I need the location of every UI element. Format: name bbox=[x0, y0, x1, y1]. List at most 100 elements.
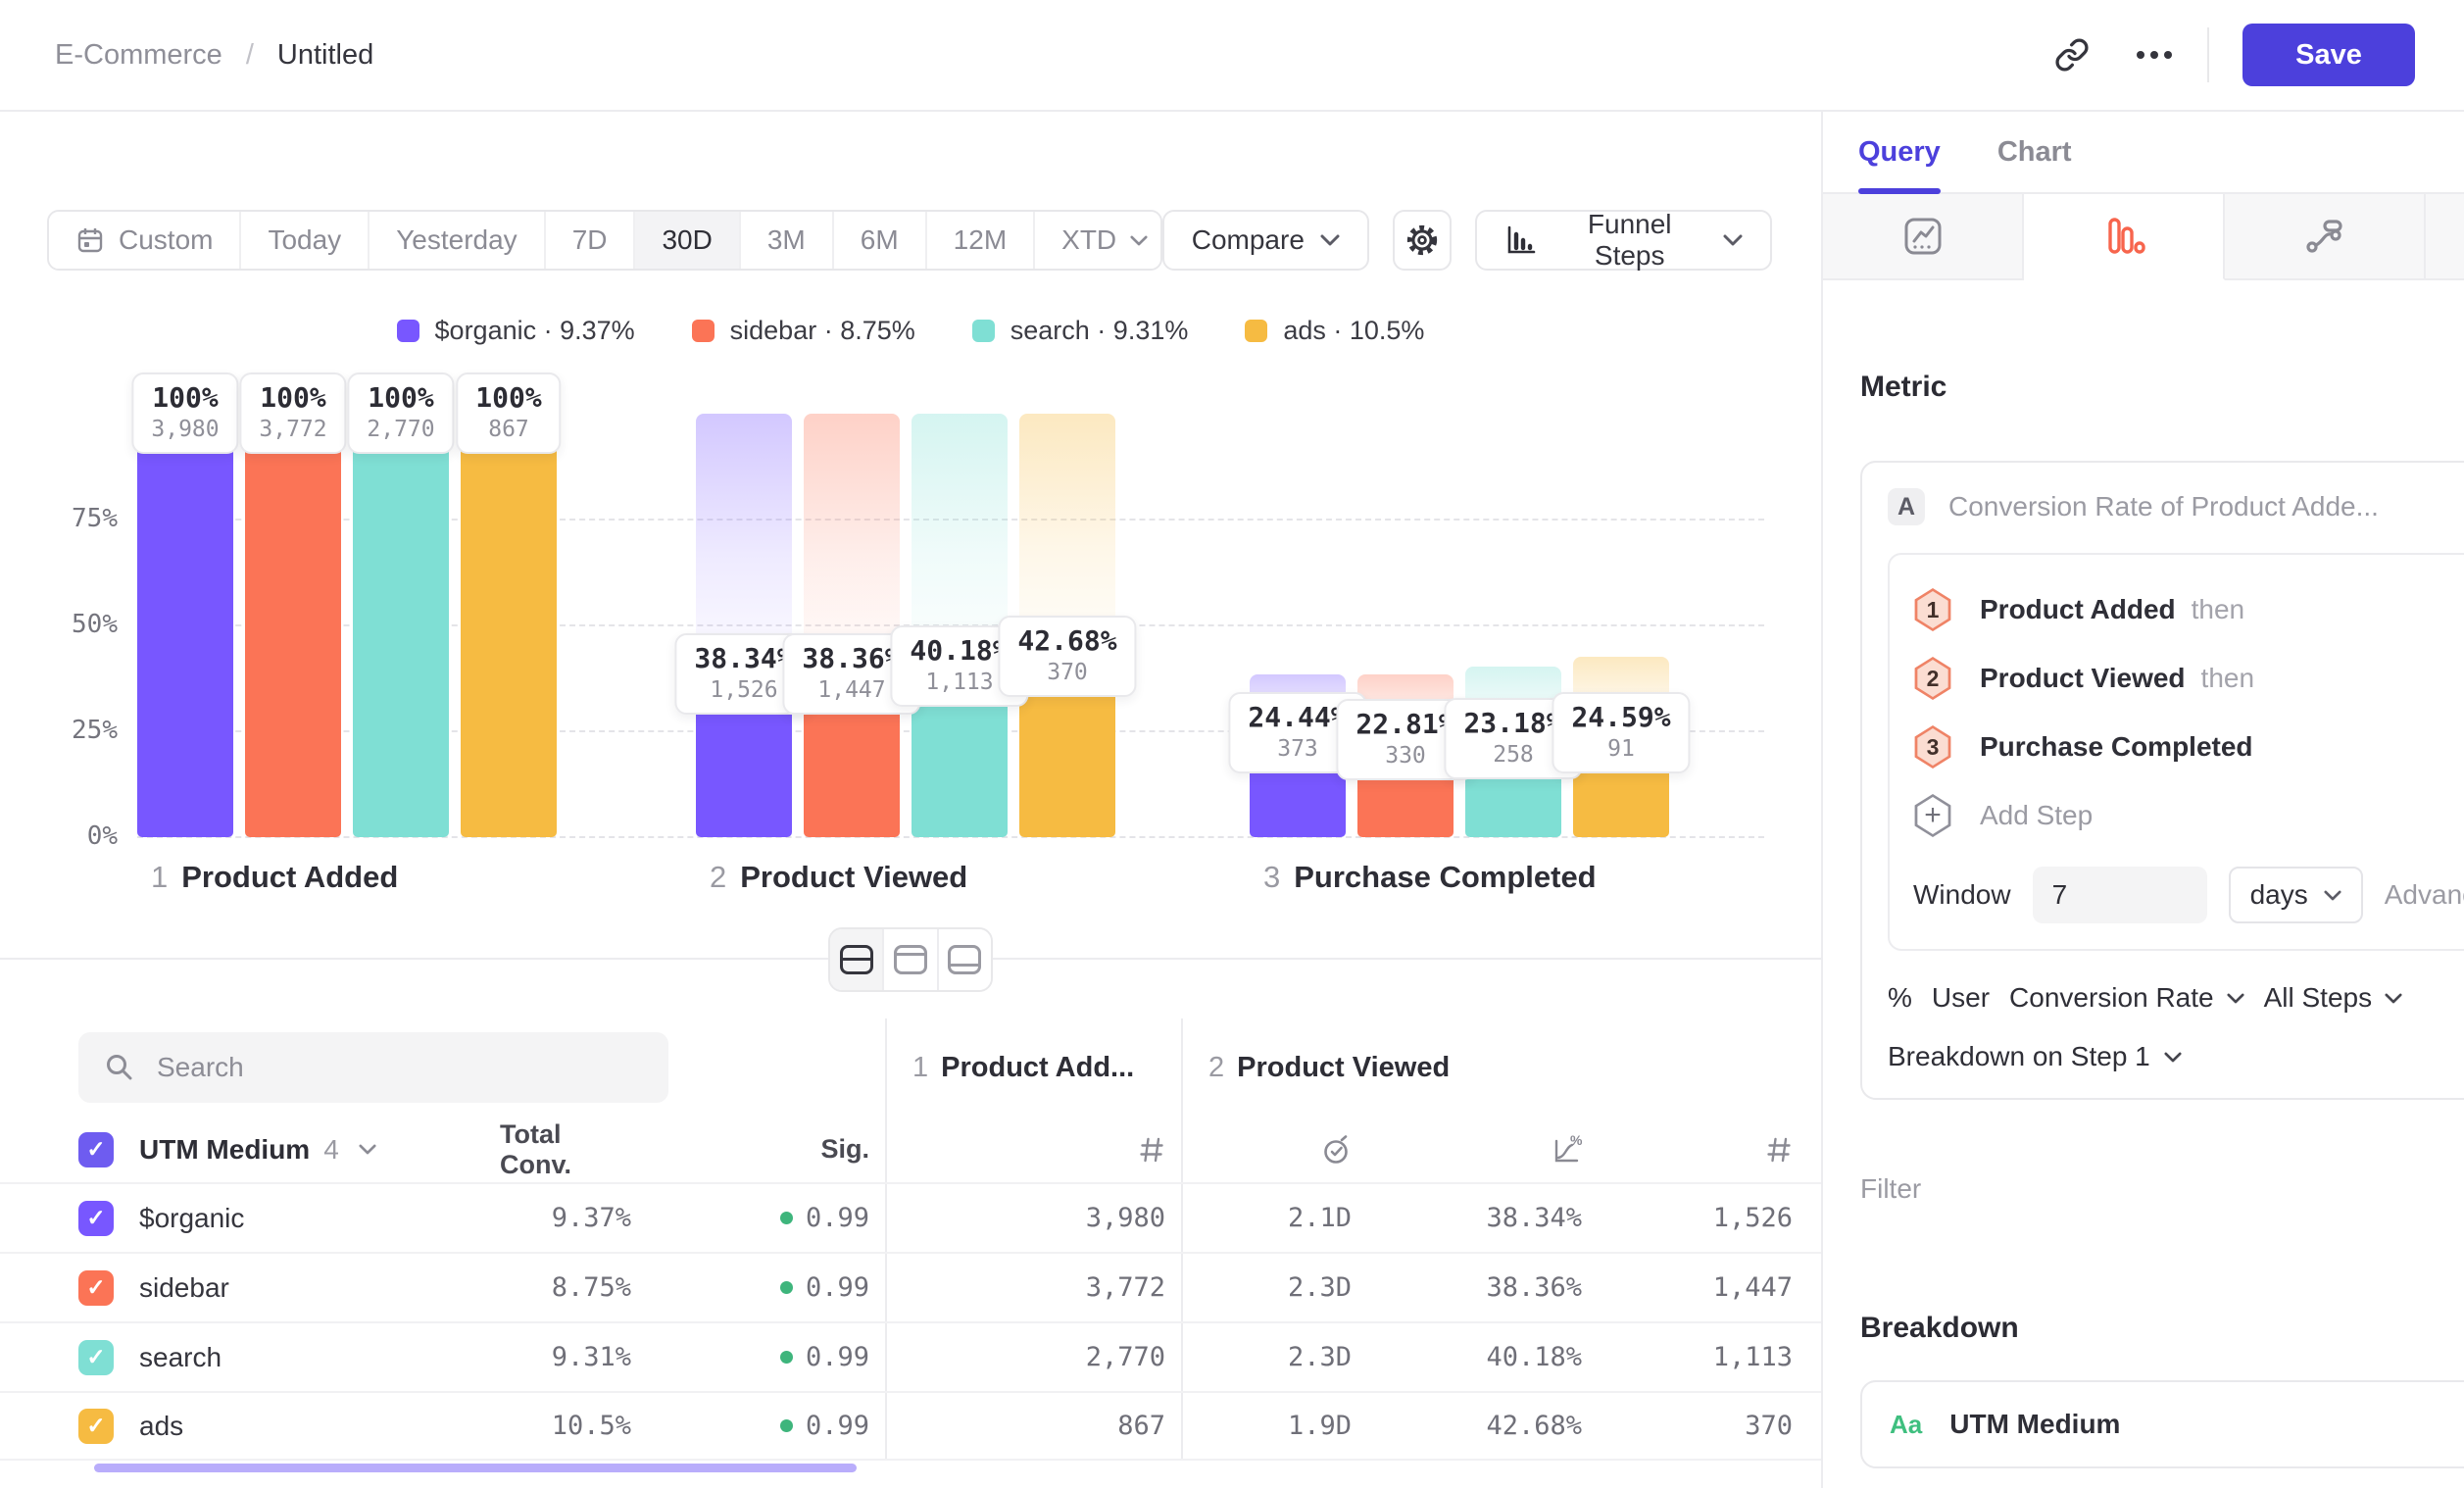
step2-time-value: 2.3D bbox=[1181, 1323, 1367, 1391]
query-step-3[interactable]: 3Purchase Completed bbox=[1913, 725, 2464, 769]
date-range-selector: CustomTodayYesterday7D30D3M6M12MXTD bbox=[47, 210, 1162, 271]
horizontal-scrollbar-thumb[interactable] bbox=[94, 1464, 857, 1472]
tab-flows[interactable] bbox=[2225, 194, 2426, 280]
steps-scope-dropdown[interactable]: All Steps bbox=[2264, 982, 2403, 1014]
sig-value: 0.99 bbox=[647, 1254, 885, 1321]
save-button[interactable]: Save bbox=[2242, 24, 2415, 86]
advanced-dropdown[interactable]: Advanced bbox=[2385, 879, 2464, 911]
bar-value-label: 100%2,770 bbox=[347, 372, 454, 454]
chevron-down-icon bbox=[1320, 234, 1340, 246]
date-range-30d[interactable]: 30D bbox=[633, 212, 738, 269]
date-range-yesterday[interactable]: Yesterday bbox=[368, 212, 544, 269]
stopwatch-check-icon bbox=[1320, 1133, 1354, 1167]
table-row-organic[interactable]: ✓$organic9.37%0.993,9802.1D38.34%1,526 bbox=[0, 1182, 1821, 1252]
step2-conv-column[interactable]: % bbox=[1367, 1117, 1598, 1182]
step1-count-column[interactable] bbox=[885, 1117, 1181, 1182]
step2-time-column[interactable] bbox=[1181, 1117, 1367, 1182]
more-menu-button[interactable] bbox=[2127, 27, 2182, 82]
row-checkbox[interactable]: ✓ bbox=[78, 1270, 114, 1306]
total-conv-value: 9.31% bbox=[500, 1323, 647, 1391]
search-icon bbox=[104, 1052, 135, 1083]
funnel-bars-icon bbox=[1504, 224, 1536, 256]
legend-item-ads[interactable]: ads · 10.5% bbox=[1245, 316, 1424, 346]
tab-funnels[interactable] bbox=[2024, 194, 2225, 280]
funnel-bar-sidebar-step1[interactable] bbox=[245, 414, 341, 837]
query-step-1[interactable]: 1Product Addedthen bbox=[1913, 588, 2464, 631]
insights-icon bbox=[1902, 216, 1944, 257]
chevron-down-icon[interactable] bbox=[359, 1144, 376, 1155]
funnel-bar-organic-step1[interactable] bbox=[137, 414, 233, 837]
date-range-xtd[interactable]: XTD bbox=[1033, 212, 1162, 269]
metric-title[interactable]: Conversion Rate of Product Adde... bbox=[1948, 491, 2379, 522]
step2-conv-value: 38.34% bbox=[1367, 1184, 1598, 1252]
table-row-ads[interactable]: ✓ads10.5%0.998671.9D42.68%370 bbox=[0, 1391, 1821, 1461]
date-range-7d[interactable]: 7D bbox=[544, 212, 634, 269]
compare-button[interactable]: Compare bbox=[1162, 210, 1369, 271]
y-axis-label: 75% bbox=[35, 504, 118, 533]
window-unit-select[interactable]: days bbox=[2229, 867, 2363, 923]
share-link-button[interactable] bbox=[2045, 27, 2099, 82]
breadcrumb-report-title[interactable]: Untitled bbox=[277, 39, 373, 72]
table-row-sidebar[interactable]: ✓sidebar8.75%0.993,7722.3D38.36%1,447 bbox=[0, 1252, 1821, 1321]
tab-retention[interactable] bbox=[2426, 194, 2464, 280]
step2-conv-value: 38.36% bbox=[1367, 1254, 1598, 1321]
sig-dot-icon bbox=[780, 1281, 793, 1294]
panel-body: Metric A Conversion Rate of Product Adde… bbox=[1823, 280, 2464, 1468]
step2-count-column[interactable] bbox=[1598, 1117, 1808, 1182]
metric-badge: A bbox=[1888, 488, 1925, 525]
step-number-hex-icon: 2 bbox=[1913, 657, 1952, 700]
tab-chart[interactable]: Chart bbox=[1997, 112, 2072, 192]
date-range-custom[interactable]: Custom bbox=[49, 212, 239, 269]
chart-type-button[interactable]: Funnel Steps bbox=[1475, 210, 1772, 271]
query-step-2[interactable]: 2Product Viewedthen bbox=[1913, 657, 2464, 700]
legend-item-search[interactable]: search · 9.31% bbox=[972, 316, 1189, 346]
table-row-search[interactable]: ✓search9.31%0.992,7702.3D40.18%1,113 bbox=[0, 1321, 1821, 1391]
chart-legend: $organic · 9.37% sidebar · 8.75% search · … bbox=[0, 316, 1821, 346]
breakdown-on-step-dropdown[interactable]: Breakdown on Step 1 bbox=[1888, 1041, 2464, 1072]
step2-time-value: 2.1D bbox=[1181, 1184, 1367, 1252]
date-range-3m[interactable]: 3M bbox=[739, 212, 832, 269]
metric-type-dropdown[interactable]: Conversion Rate bbox=[2009, 982, 2244, 1014]
legend-item-sidebar[interactable]: sidebar · 8.75% bbox=[692, 316, 915, 346]
layout-split-button[interactable] bbox=[830, 929, 884, 990]
total-conv-value: 8.75% bbox=[500, 1254, 647, 1321]
funnel-bar-ads-step1[interactable] bbox=[461, 414, 557, 837]
date-range-today[interactable]: Today bbox=[239, 212, 368, 269]
tab-insights[interactable] bbox=[1823, 194, 2024, 280]
select-all-checkbox[interactable]: ✓ bbox=[78, 1132, 114, 1167]
date-range-6m[interactable]: 6M bbox=[832, 212, 925, 269]
funnel-bar-search-step1[interactable] bbox=[353, 414, 449, 837]
sig-dot-icon bbox=[780, 1212, 793, 1224]
sig-column-header[interactable]: Sig. bbox=[647, 1117, 885, 1182]
row-checkbox[interactable]: ✓ bbox=[78, 1201, 114, 1236]
total-conv-column-header[interactable]: Total Conv. bbox=[500, 1117, 647, 1182]
breadcrumb-project[interactable]: E-Commerce bbox=[55, 39, 222, 72]
window-label: Window bbox=[1913, 879, 2011, 911]
search-input[interactable] bbox=[157, 1052, 643, 1083]
chart-settings-button[interactable] bbox=[1393, 210, 1453, 271]
add-step-hex-icon: + bbox=[1913, 794, 1952, 837]
table-search bbox=[78, 1032, 668, 1103]
breakdown-property-card[interactable]: Aa UTM Medium bbox=[1860, 1380, 2464, 1468]
layout-table-only-button[interactable] bbox=[939, 929, 991, 990]
layout-chart-only-button[interactable] bbox=[884, 929, 938, 990]
date-range-12m[interactable]: 12M bbox=[925, 212, 1033, 269]
step2-count-value: 1,113 bbox=[1598, 1323, 1808, 1391]
window-value-input[interactable] bbox=[2033, 867, 2207, 923]
legend-color-chip bbox=[972, 320, 995, 342]
bar-value-label: 42.68%370 bbox=[998, 616, 1136, 697]
tab-query[interactable]: Query bbox=[1858, 112, 1941, 192]
step2-count-value: 370 bbox=[1598, 1393, 1808, 1459]
breakdown-column-header[interactable]: UTM Medium bbox=[139, 1134, 310, 1166]
y-axis-label: 50% bbox=[35, 610, 118, 639]
row-checkbox[interactable]: ✓ bbox=[78, 1409, 114, 1444]
step1-count-value: 3,772 bbox=[885, 1254, 1181, 1321]
sig-value: 0.99 bbox=[647, 1184, 885, 1252]
legend-item-organic[interactable]: $organic · 9.37% bbox=[397, 316, 635, 346]
bar-value-label: 100%3,980 bbox=[131, 372, 238, 454]
row-checkbox[interactable]: ✓ bbox=[78, 1340, 114, 1375]
entity-label[interactable]: User bbox=[1932, 982, 1990, 1014]
add-step-button[interactable]: + Add Step bbox=[1913, 794, 2464, 837]
breadcrumb-separator: / bbox=[246, 39, 254, 72]
breakdown-section: Breakdown bbox=[1860, 1312, 2464, 1345]
